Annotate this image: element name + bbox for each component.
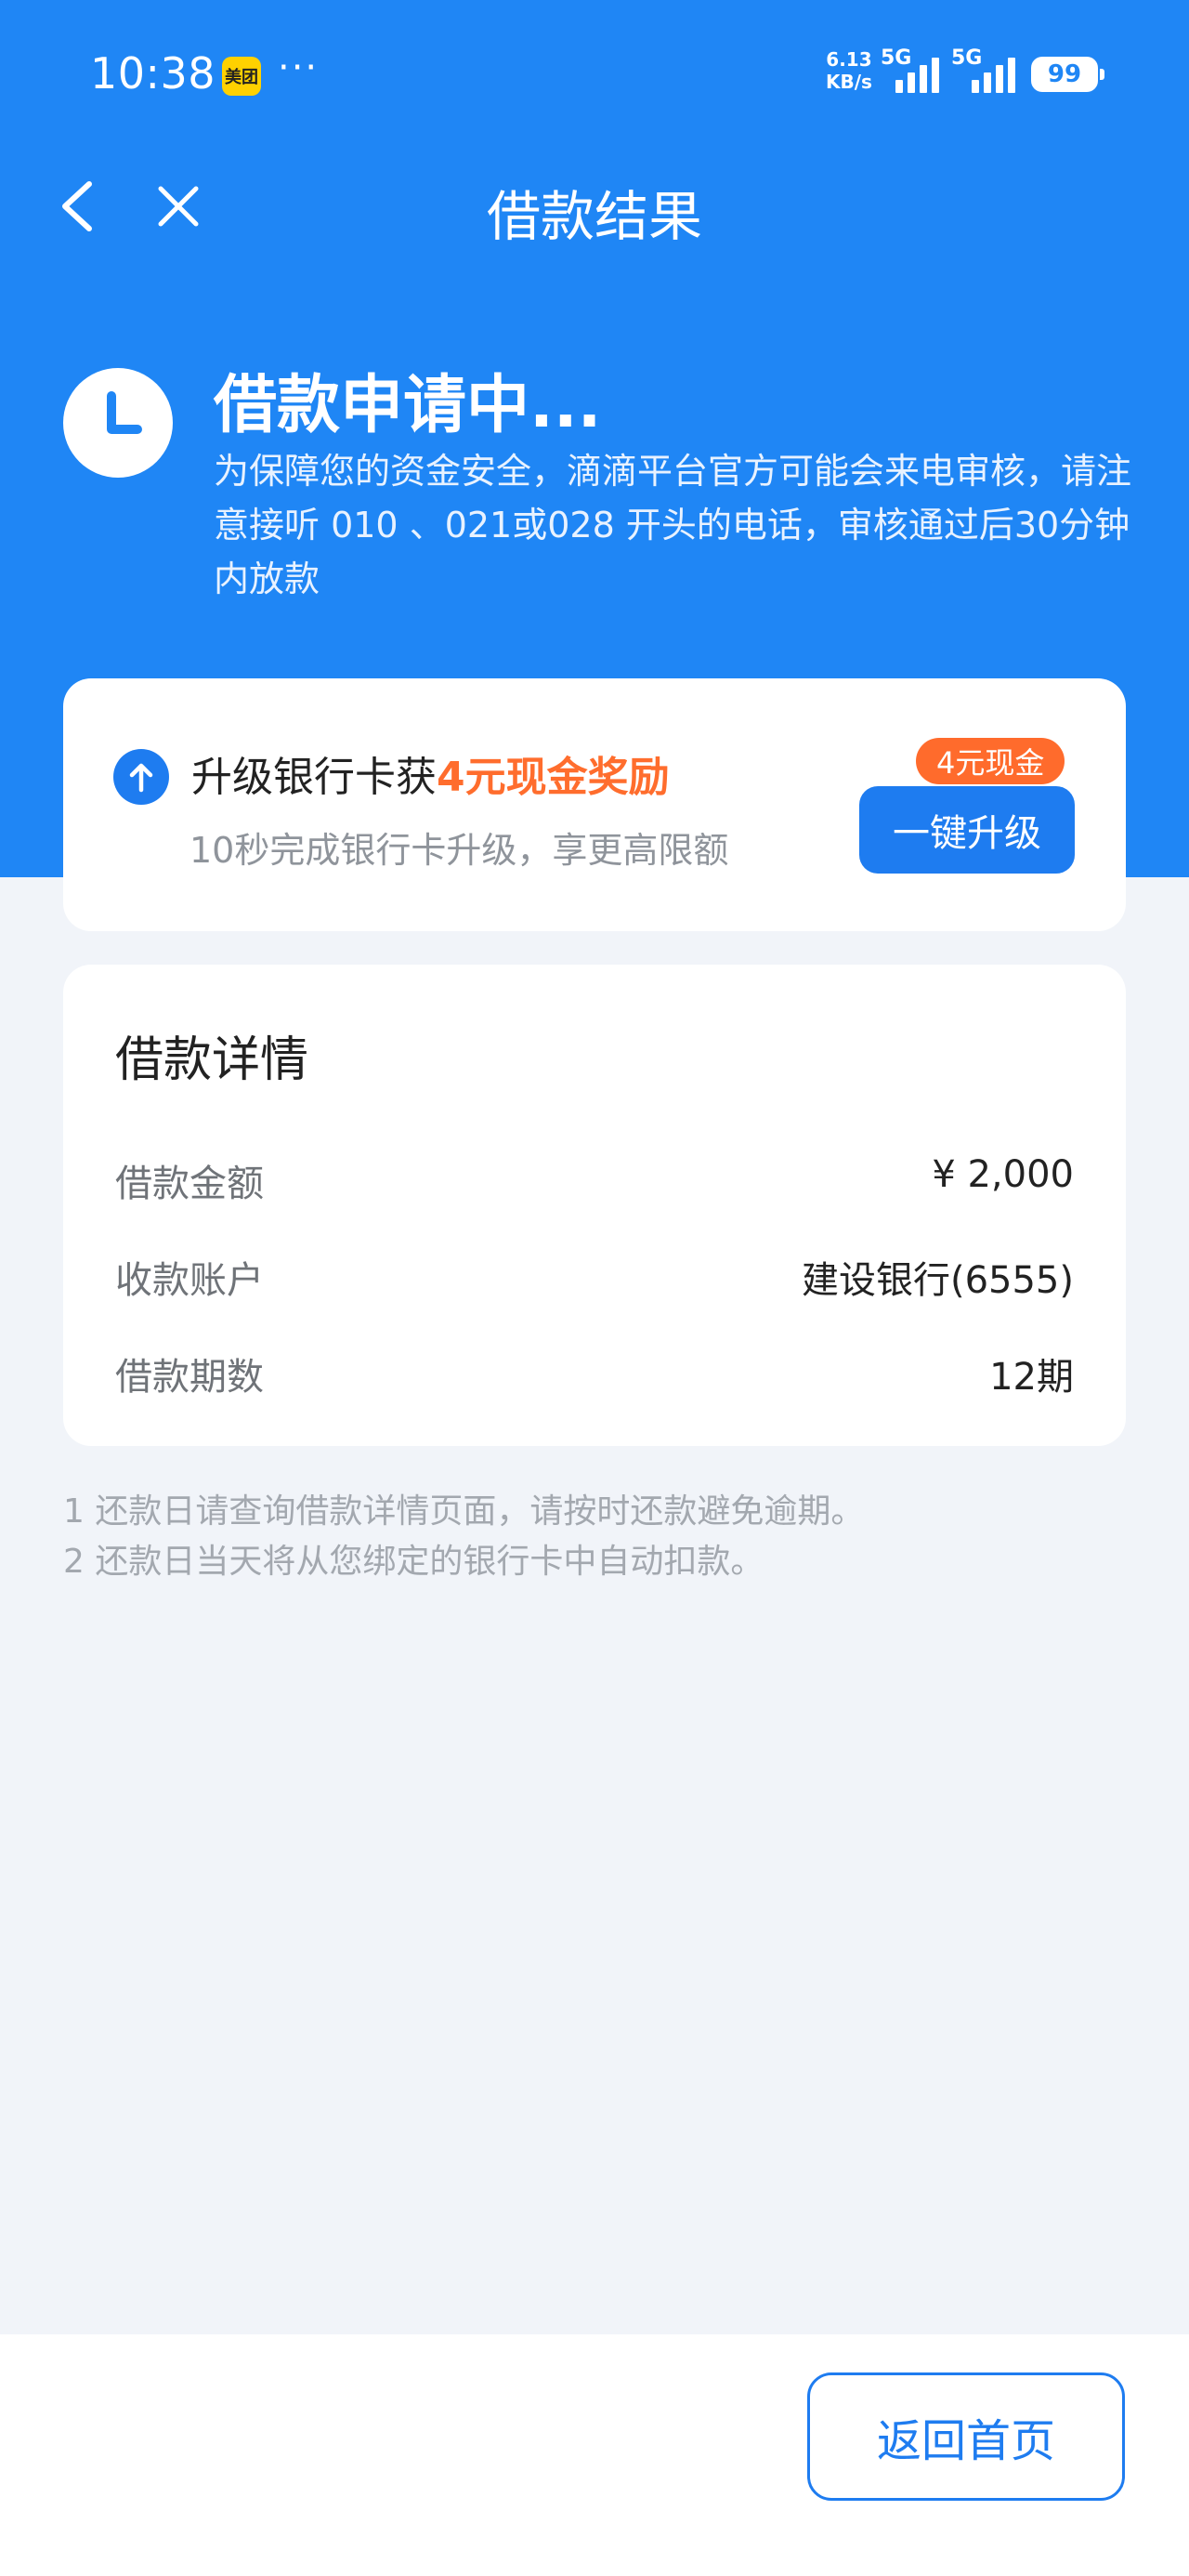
return-home-button[interactable]: 返回首页 <box>807 2372 1125 2501</box>
clock-icon <box>63 368 173 478</box>
upgrade-title-prefix: 升级银行卡获 <box>191 754 437 801</box>
status-title: 借款申请中... <box>214 369 602 442</box>
note-item: 1 还款日请查询借款详情页面，请按时还款避免逾期。 <box>63 1492 865 1531</box>
loan-details-card: 借款详情 借款金额 ¥ 2,000 收款账户 建设银行(6555) 借款期数 1… <box>63 965 1126 1446</box>
cash-reward-badge: 4元现金 <box>916 738 1065 784</box>
battery-icon: 99 <box>1031 57 1104 92</box>
detail-label: 借款期数 <box>115 1356 264 1399</box>
more-notifications-icon: ··· <box>278 46 320 89</box>
status-bar-time: 10:38 <box>90 48 216 99</box>
upgrade-subtitle: 10秒完成银行卡升级，享更高限额 <box>189 830 729 871</box>
page-title: 借款结果 <box>486 185 702 248</box>
network-speed-value: 6.13 <box>826 48 872 71</box>
status-description: 为保障您的资金安全，滴滴平台官方可能会来电审核，请注意接听 010 、021或0… <box>214 451 1132 599</box>
one-click-upgrade-button[interactable]: 一键升级 <box>859 786 1075 874</box>
detail-label: 借款金额 <box>115 1163 264 1205</box>
detail-row-account: 收款账户 建设银行(6555) <box>115 1250 1074 1304</box>
detail-row-terms: 借款期数 12期 <box>115 1347 1074 1400</box>
network-speed: 6.13 KB/s <box>826 48 872 93</box>
upgrade-title: 升级银行卡获4元现金奖励 <box>191 743 670 803</box>
app-root: 10:38 美团 ··· 6.13 KB/s 5G 5G 99 借款结果 借款申… <box>0 0 1189 2576</box>
detail-value: 建设银行(6555) <box>801 1259 1074 1302</box>
signal-strength-1-icon <box>895 58 939 93</box>
meituan-app-icon: 美团 <box>222 57 261 96</box>
detail-value: ¥ 2,000 <box>932 1153 1074 1196</box>
network-speed-unit: KB/s <box>826 71 872 93</box>
loan-details-title: 借款详情 <box>115 1032 309 1088</box>
detail-row-amount: 借款金额 ¥ 2,000 <box>115 1153 1074 1207</box>
upgrade-card: 升级银行卡获4元现金奖励 10秒完成银行卡升级，享更高限额 一键升级 4元现金 <box>63 678 1126 931</box>
arrow-up-circle-icon <box>113 749 169 805</box>
detail-label: 收款账户 <box>115 1259 264 1302</box>
upgrade-title-highlight: 4元现金奖励 <box>437 754 670 801</box>
repayment-notes: 1 还款日请查询借款详情页面，请按时还款避免逾期。 2 还款日当天将从您绑定的银… <box>63 1487 864 1587</box>
note-item: 2 还款日当天将从您绑定的银行卡中自动扣款。 <box>63 1543 764 1581</box>
detail-value: 12期 <box>989 1356 1074 1399</box>
signal-strength-2-icon <box>972 58 1015 93</box>
